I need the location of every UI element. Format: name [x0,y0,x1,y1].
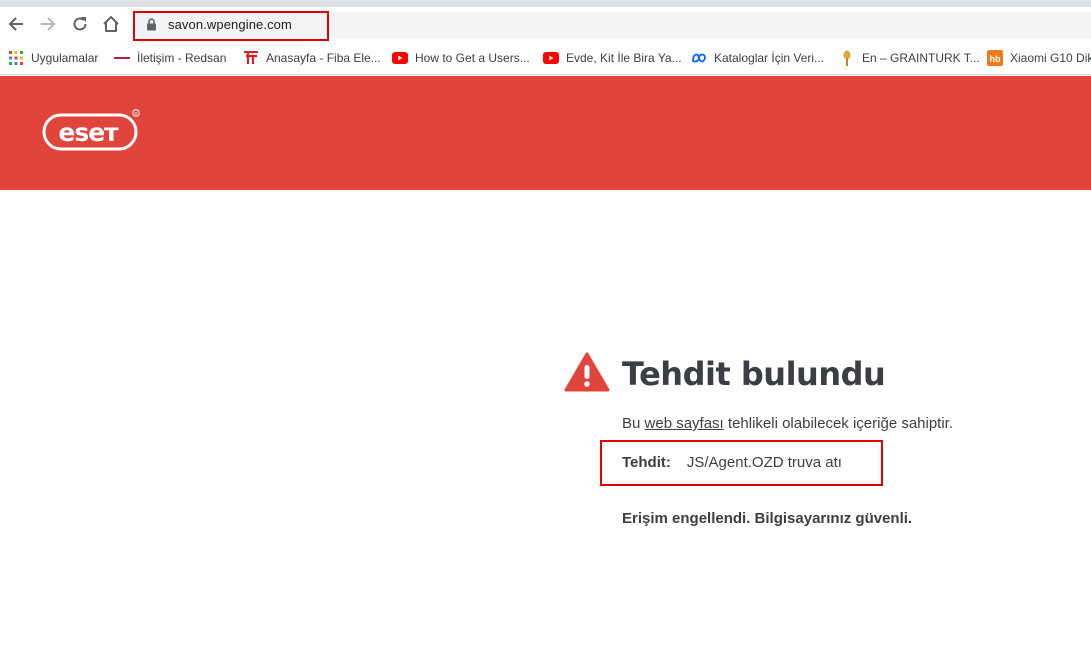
bookmark-label: Kataloglar İçin Veri... [714,51,825,65]
bookmark-redsan[interactable]: İletişim - Redsan [114,49,226,67]
bookmark-label: En – GRAINTURK T... [862,51,980,65]
apps-grid-icon [8,50,24,66]
browser-tab-strip [0,0,1091,7]
bookmark-label: Xiaomi G10 Dik [1010,51,1091,65]
bookmark-youtube-users[interactable]: How to Get a Users... [392,49,530,67]
svg-text:eseт: eseт [58,118,119,147]
description-prefix: Bu [622,415,645,432]
web-page-link[interactable]: web sayfası [645,415,724,432]
bookmark-label: İletişim - Redsan [137,51,227,65]
eset-logo: eseт R [42,109,140,151]
fiba-favicon [243,50,259,66]
grainturk-favicon [839,50,855,66]
home-button[interactable] [100,13,122,35]
bookmark-grainturk[interactable]: En – GRAINTURK T... [839,49,980,67]
bookmark-xiaomi[interactable]: hb Xiaomi G10 Dik [987,49,1091,67]
bookmark-youtube-bira[interactable]: Evde, Kit İle Bira Ya... [543,49,682,67]
bookmark-kataloglar[interactable]: Kataloglar İçin Veri... [691,49,824,67]
threat-title: Tehdit bulundu [622,355,886,393]
home-icon [103,16,119,32]
bookmark-label: Evde, Kit İle Bira Ya... [566,51,682,65]
hb-favicon: hb [987,50,1003,66]
url-highlight-box [133,11,329,41]
bookmark-label: How to Get a Users... [415,51,530,65]
access-blocked-message: Erişim engellendi. Bilgisayarınız güvenl… [622,510,913,527]
bookmarks-bar: Uygulamalar İletişim - Redsan Anasayfa -… [0,41,1091,75]
arrow-right-icon [41,17,56,31]
bookmark-fiba[interactable]: Anasayfa - Fiba Ele... [243,49,381,67]
youtube-icon [392,50,408,66]
back-button[interactable] [5,13,27,35]
forward-button[interactable] [37,13,59,35]
svg-text:hb: hb [990,54,1001,64]
threat-highlight-box [600,440,883,486]
meta-icon [691,50,707,66]
reload-button[interactable] [69,13,91,35]
reload-icon [73,17,87,31]
bookmark-label: Uygulamalar [31,51,99,65]
description-suffix: tehlikeli olabilecek içeriğe sahiptir. [723,415,954,432]
arrow-left-icon [8,17,23,31]
bookmark-apps[interactable]: Uygulamalar [8,49,98,67]
youtube-icon [543,50,559,66]
bookmark-label: Anasayfa - Fiba Ele... [266,51,381,65]
warning-icon [564,352,610,392]
redsan-favicon [114,50,130,66]
threat-description: Bu web sayfası tehlikeli olabilecek içer… [622,415,953,432]
eset-header-banner: eseт R [0,76,1091,190]
